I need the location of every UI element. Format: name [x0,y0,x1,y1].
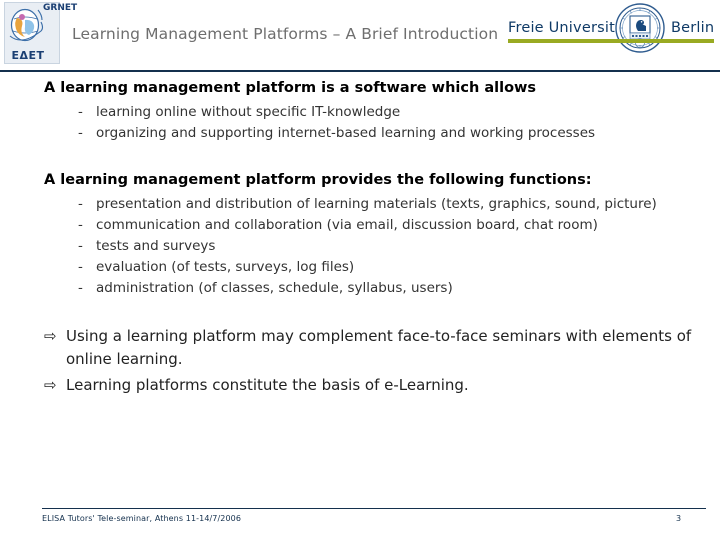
list-item: - organizing and supporting internet-bas… [0,123,720,144]
list-item: ⇨ Using a learning platform may compleme… [0,325,720,371]
dash-bullet-icon: - [78,104,83,120]
section-functions: A learning management platform provides … [0,170,720,299]
dash-bullet-icon: - [78,196,83,212]
section-definition: A learning management platform is a soft… [0,78,720,144]
page-number: 3 [676,514,682,523]
grnet-logo-greek-acronym: ΕΔΕΤ [11,49,45,62]
list-item: - presentation and distribution of learn… [0,194,720,215]
list-item: - administration (of classes, schedule, … [0,278,720,299]
slide-content: A learning management platform is a soft… [0,78,720,400]
list-item-label: communication and collaboration (via ema… [96,217,598,233]
list-item-label: tests and surveys [96,238,216,254]
dash-bullet-icon: - [78,259,83,275]
globe-icon [9,8,44,42]
fu-logo-word-right: Berlin [671,20,715,36]
page-title: Learning Management Platforms – A Brief … [72,25,499,43]
footer-divider [42,508,706,509]
dash-bullet-icon: - [78,125,83,141]
header-divider [0,70,720,72]
fu-logo-rule [508,39,714,43]
list-item-label: learning online without specific IT-know… [96,104,401,120]
list-item: ⇨ Learning platforms constitute the basi… [0,374,720,397]
list-item-label: evaluation (of tests, surveys, log files… [96,259,355,275]
arrow-right-bullet-icon: ⇨ [44,376,57,394]
grnet-logo: GRNET ΕΔΕΤ [4,2,78,64]
arrow-right-bullet-icon: ⇨ [44,327,57,345]
grnet-logo-acronym: GRNET [43,3,78,13]
conclusions-list: ⇨ Using a learning platform may compleme… [0,325,720,397]
dash-bullet-icon: - [78,217,83,233]
list-item-label: administration (of classes, schedule, sy… [96,280,453,296]
section-functions-lead: A learning management platform provides … [44,172,592,188]
university-seal-icon [615,3,665,53]
section-definition-lead: A learning management platform is a soft… [44,80,537,96]
footer-text: ELISA Tutors' Tele-seminar, Athens 11-14… [42,514,242,523]
list-item-label: Learning platforms constitute the basis … [66,376,469,394]
list-item-label: Using a learning platform may complement… [66,327,692,368]
fu-logo-word-left: Freie Universität [508,20,630,36]
list-item: - learning online without specific IT-kn… [0,102,720,123]
freie-universitaet-berlin-logo: Freie Universität Berlin [508,3,715,53]
section-functions-list: - presentation and distribution of learn… [0,194,720,299]
section-conclusions: ⇨ Using a learning platform may compleme… [0,325,720,397]
list-item: - evaluation (of tests, surveys, log fil… [0,257,720,278]
list-item: - tests and surveys [0,236,720,257]
slide-header: GRNET ΕΔΕΤ Learning Management Platforms… [0,0,720,72]
list-item-label: presentation and distribution of learnin… [96,196,657,212]
dash-bullet-icon: - [78,238,83,254]
list-item-label: organizing and supporting internet-based… [96,125,596,141]
section-definition-list: - learning online without specific IT-kn… [0,102,720,144]
list-item: - communication and collaboration (via e… [0,215,720,236]
dash-bullet-icon: - [78,280,83,296]
